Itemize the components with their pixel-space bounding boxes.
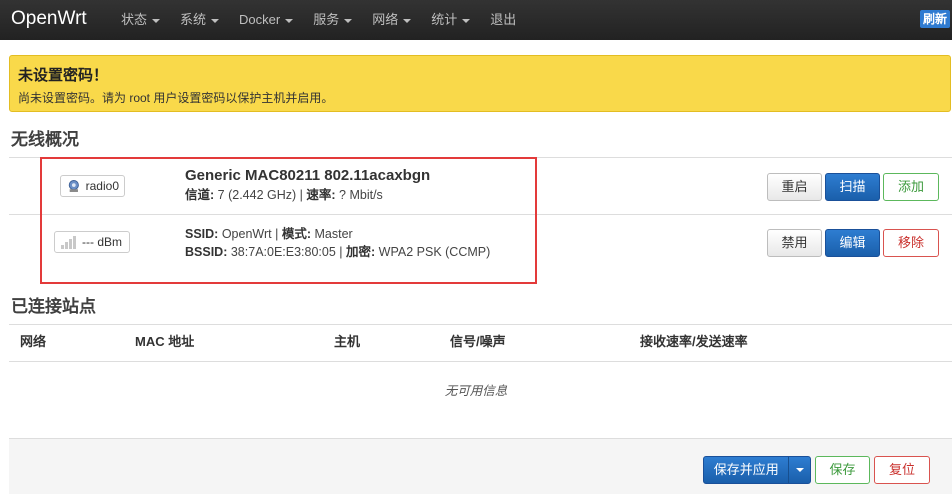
restart-button[interactable]: 重启: [767, 173, 822, 201]
column-header-mac: MAC 地址: [135, 334, 195, 349]
divider: [9, 361, 952, 362]
remove-button[interactable]: 移除: [883, 229, 939, 257]
menu-logout[interactable]: 退出: [490, 0, 516, 40]
no-password-alert: 未设置密码！ 尚未设置密码。请为 root 用户设置密码以保护主机并启用。: [9, 55, 951, 112]
column-header-host: 主机: [334, 334, 361, 349]
empty-table-message: 无可用信息: [444, 384, 508, 398]
menu-statistics-label: 统计: [431, 12, 458, 27]
edit-button[interactable]: 编辑: [825, 229, 880, 257]
alert-title: 未设置密码！: [18, 67, 109, 84]
chevron-down-icon: [152, 19, 161, 23]
top-navbar: OpenWrt 状态 系统 Docker 服务 网络 统计 退出 刷新: [0, 0, 952, 40]
menu-statistics[interactable]: 统计: [431, 0, 471, 40]
refresh-button[interactable]: 刷新: [920, 10, 951, 28]
menu-services-label: 服务: [313, 12, 340, 27]
add-button[interactable]: 添加: [883, 173, 939, 201]
alert-text: 尚未设置密码。请为 root 用户设置密码以保护主机并启用。: [18, 91, 334, 105]
brand-logo[interactable]: OpenWrt: [11, 7, 87, 31]
chevron-down-icon: [211, 19, 220, 23]
save-apply-button-group: 保存并应用: [703, 456, 811, 484]
menu-docker-label: Docker: [239, 12, 281, 27]
chevron-down-icon: [462, 19, 471, 23]
menu-system-label: 系统: [180, 12, 207, 27]
highlight-box: [40, 157, 537, 284]
menu-status-label: 状态: [121, 12, 148, 27]
menu-services[interactable]: 服务: [313, 0, 353, 40]
column-header-rate: 接收速率/发送速率: [640, 334, 748, 349]
chevron-down-icon: [403, 19, 412, 23]
reset-button[interactable]: 复位: [874, 456, 930, 484]
menu-docker[interactable]: Docker: [239, 0, 294, 40]
column-header-signal: 信号/噪声: [450, 334, 506, 349]
chevron-down-icon: [285, 19, 294, 23]
menu-logout-label: 退出: [490, 12, 517, 27]
save-button[interactable]: 保存: [815, 456, 870, 484]
chevron-down-icon: [795, 468, 804, 472]
main-menu: 状态 系统 Docker 服务 网络 统计 退出: [121, 0, 536, 40]
divider: [9, 324, 952, 325]
save-apply-button[interactable]: 保存并应用: [704, 457, 788, 483]
menu-network-label: 网络: [372, 12, 399, 27]
scan-button[interactable]: 扫描: [825, 173, 880, 201]
stations-title: 已连接站点: [11, 297, 96, 316]
menu-network[interactable]: 网络: [372, 0, 412, 40]
wireless-overview-title: 无线概况: [11, 130, 79, 149]
disable-button[interactable]: 禁用: [767, 229, 822, 257]
menu-status[interactable]: 状态: [121, 0, 161, 40]
menu-system[interactable]: 系统: [180, 0, 220, 40]
column-header-network: 网络: [20, 334, 47, 349]
chevron-down-icon: [344, 19, 353, 23]
save-apply-dropdown[interactable]: [788, 457, 810, 483]
